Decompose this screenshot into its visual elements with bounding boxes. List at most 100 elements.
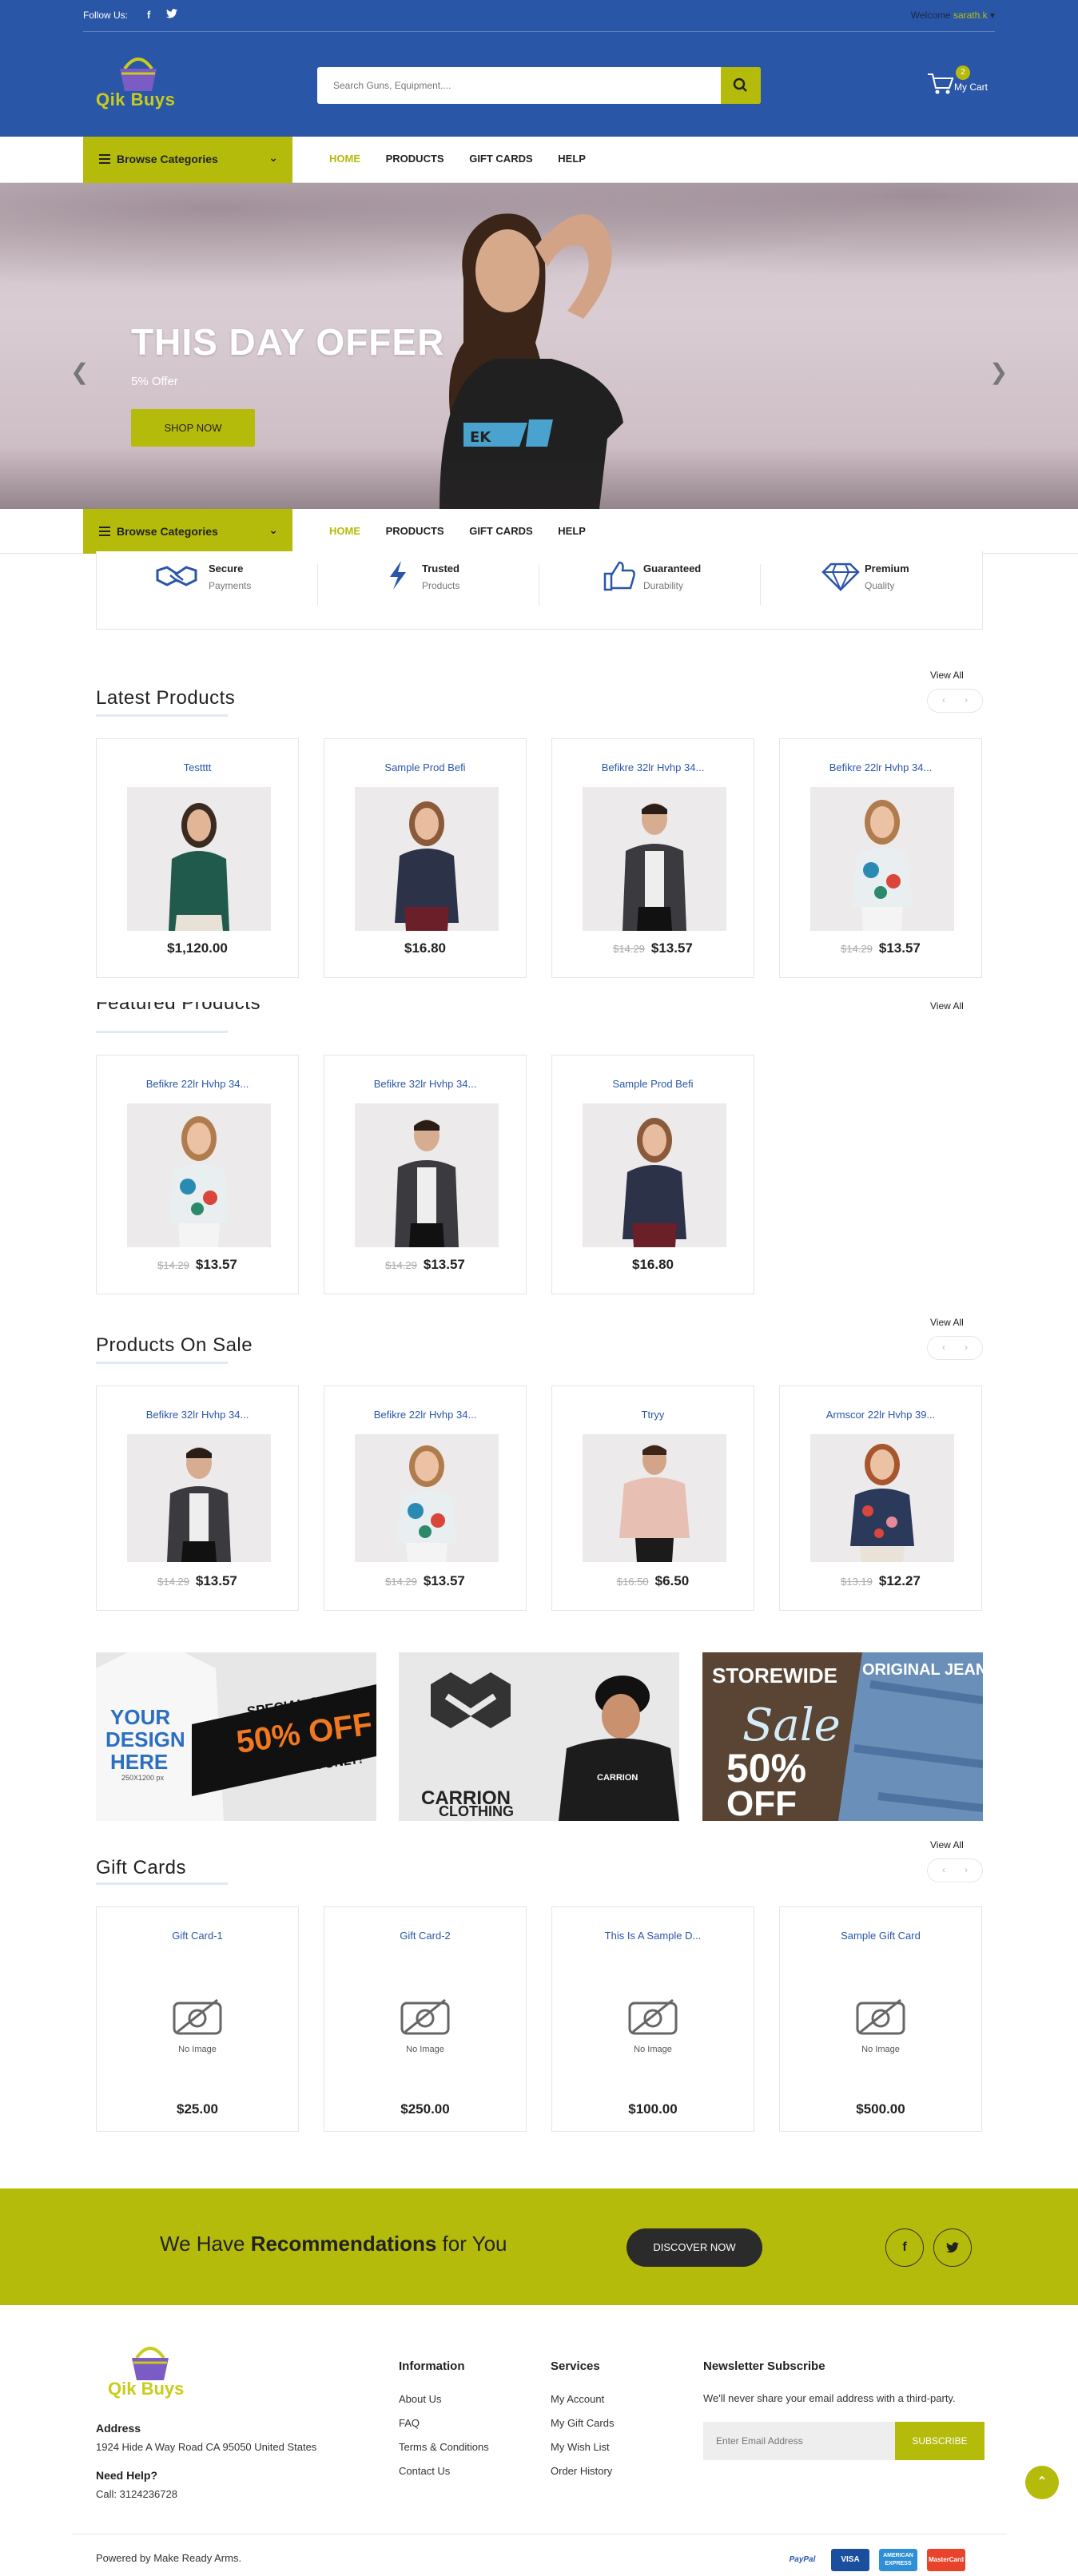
product-name[interactable]: Befikre 32lr Hvhp 34... — [97, 1409, 298, 1421]
product-image[interactable] — [583, 1434, 726, 1562]
product-name[interactable]: Befikre 22lr Hvhp 34... — [97, 1078, 298, 1090]
information-heading: Information — [399, 2359, 465, 2373]
view-all-link[interactable]: View All — [930, 670, 964, 681]
gift-card[interactable]: Gift Card-1 No Image $25.00 — [96, 1906, 299, 2132]
product-card[interactable]: Befikre 32lr Hvhp 34... $14.29 $13.57 — [96, 1385, 299, 1611]
welcome-menu[interactable]: Welcome sarath.k ▾ — [911, 10, 995, 21]
promo-banner-jeans[interactable]: STOREWIDE ORIGINAL JEANS Sale 50% OFF — [702, 1652, 983, 1821]
discover-now-button[interactable]: DISCOVER NOW — [627, 2228, 762, 2267]
carousel-prev-icon[interactable]: ‹ — [942, 694, 945, 706]
view-all-link[interactable]: View All — [930, 1000, 964, 1012]
gift-card[interactable]: This Is A Sample D... No Image $100.00 — [551, 1906, 754, 2132]
diamond-icon — [821, 563, 860, 591]
footer-link-about[interactable]: About Us — [399, 2393, 441, 2405]
product-card[interactable]: Testttt $1,120.00 — [96, 738, 299, 978]
nav-home[interactable]: HOME — [329, 153, 360, 165]
user-name[interactable]: sarath.k — [953, 10, 988, 21]
facebook-icon[interactable]: f — [885, 2228, 924, 2267]
nav-products[interactable]: PRODUCTS — [386, 525, 444, 537]
footer-link-account[interactable]: My Account — [551, 2393, 604, 2405]
carousel-next-icon[interactable]: › — [965, 694, 968, 706]
product-name[interactable]: Armscor 22lr Hvhp 39... — [780, 1409, 981, 1421]
gift-card-name[interactable]: Gift Card-2 — [324, 1930, 526, 1942]
footer-link-terms[interactable]: Terms & Conditions — [399, 2441, 489, 2453]
product-card[interactable]: Ttryy $16.50 $6.50 — [551, 1385, 754, 1611]
gift-card[interactable]: Gift Card-2 No Image $250.00 — [324, 1906, 527, 2132]
facebook-icon[interactable]: f — [147, 9, 150, 21]
product-image[interactable] — [583, 1103, 726, 1247]
product-image[interactable] — [810, 1434, 954, 1562]
product-image[interactable] — [810, 787, 954, 931]
browse-categories-button[interactable]: Browse Categories ⌄ — [83, 509, 292, 554]
scroll-to-top-icon[interactable]: ⌃ — [1025, 2466, 1059, 2499]
product-card[interactable]: Befikre 22lr Hvhp 34... $14.29 $13.57 — [96, 1055, 299, 1294]
product-name[interactable]: Ttryy — [552, 1409, 754, 1421]
product-image[interactable] — [583, 787, 726, 931]
product-image[interactable] — [355, 1103, 499, 1247]
gift-card-image[interactable]: No Image — [552, 1995, 754, 2059]
product-card[interactable]: Sample Prod Befi $16.80 — [551, 1055, 754, 1294]
gift-card-name[interactable]: This Is A Sample D... — [552, 1930, 754, 1942]
twitter-icon[interactable] — [933, 2228, 972, 2267]
gift-card-name[interactable]: Gift Card-1 — [97, 1930, 298, 1942]
product-image[interactable] — [127, 1103, 271, 1247]
product-name[interactable]: Befikre 22lr Hvhp 34... — [324, 1409, 526, 1421]
product-name[interactable]: Testttt — [97, 761, 298, 773]
carousel-prev-icon[interactable]: ‹ — [942, 1342, 945, 1353]
product-name[interactable]: Befikre 32lr Hvhp 34... — [552, 761, 754, 773]
newsletter-email-input[interactable] — [703, 2422, 895, 2460]
carousel-prev-icon[interactable]: ‹ — [942, 1864, 945, 1875]
nav-gift-cards[interactable]: GIFT CARDS — [469, 153, 532, 165]
product-card[interactable]: Sample Prod Befi $16.80 — [324, 738, 527, 978]
product-card[interactable]: Armscor 22lr Hvhp 39... $13.19 $12.27 — [779, 1385, 982, 1611]
logo[interactable]: Qik Buys — [96, 56, 184, 112]
nav-help[interactable]: HELP — [558, 525, 586, 537]
product-name[interactable]: Sample Prod Befi — [552, 1078, 754, 1090]
product-image[interactable] — [355, 1434, 499, 1562]
product-price: $16.80 — [324, 940, 526, 956]
twitter-icon[interactable] — [166, 9, 177, 21]
footer-link-gift-cards[interactable]: My Gift Cards — [551, 2417, 614, 2429]
cart-button[interactable]: 2 My Cart — [927, 66, 999, 105]
promo-banner-carrion[interactable]: CARRION CLOTHING CARRION — [399, 1652, 679, 1821]
product-name[interactable]: Befikre 32lr Hvhp 34... — [324, 1078, 526, 1090]
slider-next-arrow-icon[interactable]: ❯ — [989, 359, 1008, 385]
product-name[interactable]: Sample Prod Befi — [324, 761, 526, 773]
product-card[interactable]: Befikre 32lr Hvhp 34... $14.29 $13.57 — [551, 738, 754, 978]
footer-link-wish-list[interactable]: My Wish List — [551, 2441, 610, 2453]
gift-card-image[interactable]: No Image — [780, 1995, 981, 2059]
view-all-link[interactable]: View All — [930, 1317, 964, 1328]
gift-card-image[interactable]: No Image — [324, 1995, 526, 2059]
search-button[interactable] — [721, 67, 761, 104]
subscribe-button[interactable]: SUBSCRIBE — [895, 2422, 985, 2460]
carousel-next-icon[interactable]: › — [965, 1864, 968, 1875]
gift-card-image[interactable]: No Image — [97, 1995, 298, 2059]
product-card[interactable]: Befikre 32lr Hvhp 34... $14.29 $13.57 — [324, 1055, 527, 1294]
nav-products[interactable]: PRODUCTS — [386, 153, 444, 165]
footer-link-order-history[interactable]: Order History — [551, 2465, 612, 2477]
product-name[interactable]: Befikre 22lr Hvhp 34... — [780, 761, 981, 773]
carousel-next-icon[interactable]: › — [965, 1342, 968, 1353]
nav-help[interactable]: HELP — [558, 153, 586, 165]
shop-now-button[interactable]: SHOP NOW — [131, 409, 255, 447]
gift-card[interactable]: Sample Gift Card No Image $500.00 — [779, 1906, 982, 2132]
nav-home[interactable]: HOME — [329, 525, 360, 537]
view-all-link[interactable]: View All — [930, 1839, 964, 1851]
promo-banner-design[interactable]: YOUR DESIGN HERE 250X1200 px SPECIAL OFF… — [96, 1652, 376, 1821]
slider-prev-arrow-icon[interactable]: ❮ — [70, 359, 89, 385]
product-card[interactable]: Befikre 22lr Hvhp 34... $14.29 $13.57 — [779, 738, 982, 978]
product-card[interactable]: Befikre 22lr Hvhp 34... $14.29 $13.57 — [324, 1385, 527, 1611]
current-price: $13.57 — [195, 1257, 237, 1272]
gift-card-name[interactable]: Sample Gift Card — [780, 1930, 981, 1942]
product-image[interactable] — [127, 1434, 271, 1562]
banner-text: DESIGN — [105, 1727, 185, 1751]
footer-link-contact[interactable]: Contact Us — [399, 2465, 450, 2477]
current-price: $6.50 — [654, 1573, 690, 1588]
browse-categories-button[interactable]: Browse Categories ⌄ — [83, 137, 292, 183]
footer-link-faq[interactable]: FAQ — [399, 2417, 420, 2429]
search-input[interactable] — [317, 67, 721, 104]
nav-gift-cards[interactable]: GIFT CARDS — [469, 525, 532, 537]
current-price: $16.80 — [404, 940, 446, 956]
product-image[interactable] — [355, 787, 499, 931]
product-image[interactable] — [127, 787, 271, 931]
